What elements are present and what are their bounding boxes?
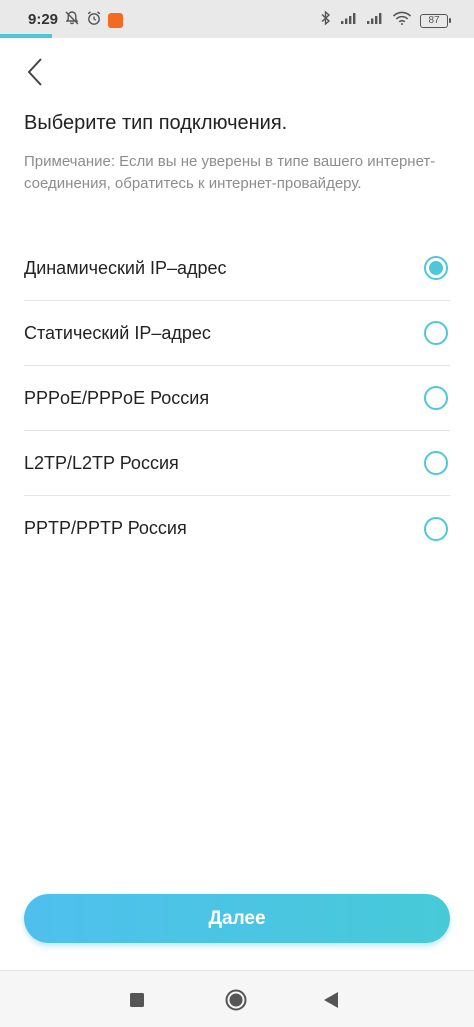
- nav-back-button[interactable]: [318, 987, 344, 1013]
- status-icons-left: [64, 10, 123, 31]
- option-label: PPTP/PPTP Россия: [24, 518, 187, 538]
- option-static-ip[interactable]: Статический IP–адрес: [24, 301, 450, 366]
- connection-type-list: Динамический IP–адрес Статический IP–адр…: [24, 236, 450, 561]
- wifi-icon: [392, 11, 412, 30]
- circle-icon: [225, 989, 247, 1011]
- radio-button[interactable]: [424, 321, 448, 345]
- back-button[interactable]: [20, 55, 50, 89]
- status-bar: 9:29 87: [0, 0, 474, 38]
- bluetooth-icon: [320, 10, 332, 31]
- battery-icon: 87: [420, 13, 451, 28]
- square-icon: [130, 993, 144, 1007]
- signal-icon: [366, 11, 384, 30]
- signal-icon: [340, 11, 358, 30]
- page-note: Примечание: Если вы не уверены в типе ва…: [24, 153, 436, 192]
- app-badge-icon: [108, 13, 123, 28]
- status-time: 9:29: [28, 11, 59, 28]
- system-nav-bar: [0, 970, 474, 1027]
- option-dynamic-ip[interactable]: Динамический IP–адрес: [24, 236, 450, 301]
- recent-apps-button[interactable]: [124, 987, 150, 1013]
- setup-progress: [0, 34, 474, 38]
- triangle-back-icon: [324, 992, 338, 1008]
- setup-progress-fill: [0, 34, 53, 38]
- radio-button[interactable]: [424, 386, 448, 410]
- option-pppoe[interactable]: PPPoE/PPPoE Россия: [24, 366, 450, 431]
- page-title: Выберите тип подключения.: [24, 112, 288, 134]
- radio-button[interactable]: [424, 516, 448, 541]
- option-label: PPPoE/PPPoE Россия: [24, 387, 210, 408]
- option-label: L2TP/L2TP Россия: [24, 452, 179, 473]
- home-button[interactable]: [223, 987, 249, 1013]
- option-label: Статический IP–адрес: [24, 322, 211, 343]
- status-icons-right: 87: [320, 10, 451, 31]
- chevron-left-icon: [27, 58, 42, 86]
- option-pptp[interactable]: PPTP/PPTP Россия: [24, 496, 450, 561]
- option-label: Динамический IP–адрес: [24, 257, 227, 278]
- alarm-icon: [86, 10, 102, 31]
- mute-icon: [64, 10, 80, 31]
- next-button[interactable]: Далее: [24, 894, 450, 943]
- radio-dot: [429, 261, 443, 275]
- radio-button[interactable]: [424, 451, 448, 475]
- option-l2tp[interactable]: L2TP/L2TP Россия: [24, 431, 450, 496]
- radio-button[interactable]: [424, 256, 448, 280]
